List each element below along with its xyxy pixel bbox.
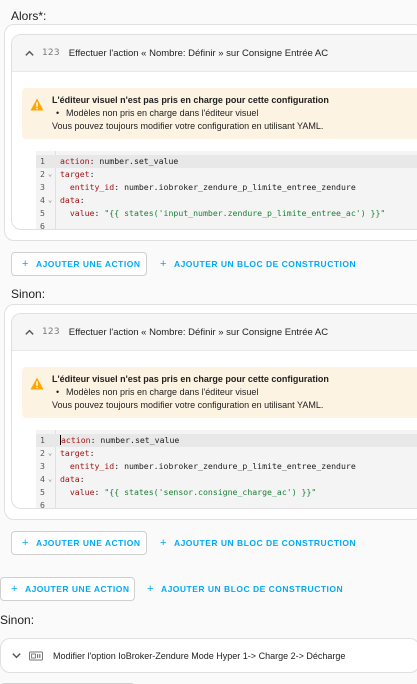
action-title: Effectuer l'action « Nombre: Définir » s… (68, 47, 329, 59)
action-title: Modifier l'option IoBroker-Zendure Mode … (53, 650, 346, 661)
code-line: 3 entity_id: number.iobroker_zendure_p_l… (40, 182, 356, 192)
plus-icon: + (160, 258, 167, 270)
add-building-block-button-outer[interactable]: + AJOUTER UN BLOC DE CONSTRUCTION (139, 577, 351, 601)
code-line: 4 ⌄ data: (40, 474, 85, 484)
add-building-block-button[interactable]: + AJOUTER UN BLOC DE CONSTRUCTION (152, 252, 364, 276)
warning-text: Vous pouvez toujours modifier votre conf… (52, 400, 324, 410)
number-icon: 123 (42, 327, 60, 337)
warning-title: L'éditeur visuel n'est pas pris en charg… (52, 95, 329, 105)
action-header[interactable]: 123 Effectuer l'action « Nombre: Définir… (12, 314, 417, 351)
action-title: Effectuer l'action « Nombre: Définir » s… (68, 326, 329, 338)
warning-text: Vous pouvez toujours modifier votre conf… (52, 121, 324, 131)
warning-icon (30, 377, 44, 390)
select-option-action-card[interactable]: Modifier l'option IoBroker-Zendure Mode … (0, 638, 417, 673)
warning-bullet: Modèles non pris en charge dans l'éditeu… (52, 107, 417, 120)
else-label: Sinon: (11, 287, 46, 301)
add-action-button[interactable]: + AJOUTER UNE ACTION (11, 252, 147, 276)
add-building-block-button[interactable]: + AJOUTER UN BLOC DE CONSTRUCTION (152, 531, 364, 555)
yaml-editor[interactable]: 1 action: number.set_value 2 ⌄ target: 3 … (36, 151, 417, 230)
add-action-button-outer[interactable]: + AJOUTER UNE ACTION (0, 577, 135, 601)
action-card-2: 123 Effectuer l'action « Nombre: Définir… (11, 313, 417, 509)
fold-chevron-icon: ⌄ (48, 196, 53, 204)
code-line: 2 ⌄ target: (40, 169, 95, 179)
plus-icon: + (22, 537, 29, 549)
chevron-up-icon[interactable] (22, 325, 36, 339)
chevron-up-icon[interactable] (22, 46, 36, 60)
fold-chevron-icon: ⌄ (48, 475, 53, 483)
warning-bullet: Modèles non pris en charge dans l'éditeu… (52, 386, 417, 399)
warning-alert: L'éditeur visuel n'est pas pris en charg… (22, 88, 417, 139)
then-label: Alors*: (11, 9, 47, 23)
fold-chevron-icon: ⌄ (48, 170, 53, 178)
select-option-icon (29, 651, 43, 660)
plus-icon: + (22, 258, 29, 270)
action-header[interactable]: 123 Effectuer l'action « Nombre: Définir… (12, 35, 417, 72)
code-line: 2 ⌄ target: (40, 448, 95, 458)
plus-icon: + (160, 537, 167, 549)
plus-icon: + (147, 583, 154, 595)
else-label: Sinon: (0, 613, 35, 627)
add-action-button[interactable]: + AJOUTER UNE ACTION (11, 531, 147, 555)
fold-chevron-icon: ⌄ (48, 449, 53, 457)
code-line: 1 action: number.set_value (36, 155, 417, 168)
code-line: 1 action: number.set_value (36, 434, 417, 447)
warning-alert: L'éditeur visuel n'est pas pris en charg… (22, 367, 417, 418)
code-line: 4 ⌄ data: (40, 195, 85, 205)
code-line: 5 value: "{{ states('sensor.consigne_cha… (40, 487, 317, 497)
action-card-1: 123 Effectuer l'action « Nombre: Définir… (11, 34, 417, 230)
code-line: 3 entity_id: number.iobroker_zendure_p_l… (40, 461, 356, 471)
warning-title: L'éditeur visuel n'est pas pris en charg… (52, 374, 329, 384)
yaml-editor[interactable]: 1 action: number.set_value 2 ⌄ target: 3 … (36, 430, 417, 509)
warning-icon (30, 98, 44, 111)
number-icon: 123 (42, 48, 60, 58)
plus-icon: + (11, 583, 18, 595)
code-line: 6 (40, 500, 45, 509)
chevron-down-icon[interactable] (9, 649, 23, 663)
code-line: 6 (40, 221, 45, 230)
code-line: 5 value: "{{ states('input_number.zendur… (40, 208, 386, 218)
